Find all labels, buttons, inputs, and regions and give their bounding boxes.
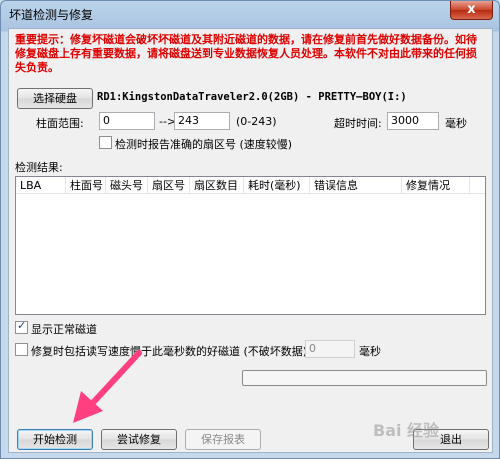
results-label: 检测结果: [15, 161, 63, 174]
slow-threshold-input[interactable]: 0 [305, 340, 355, 358]
warning-text: 重要提示：修复坏磁道会破坏坏磁道及其附近磁道的数据，请在修复前首先做好数据备份。… [15, 33, 477, 74]
try-repair-button[interactable]: 尝试修复 [101, 429, 177, 450]
show-normal-checkbox[interactable] [15, 319, 28, 334]
annotation-arrow-icon [73, 350, 142, 423]
column-header[interactable]: 扇区数目 [190, 177, 244, 194]
window-title: 坏道检测与修复 [9, 8, 94, 22]
column-header[interactable]: 修复情况 [402, 177, 470, 194]
select-disk-button[interactable]: 选择硬盘 [17, 88, 93, 109]
column-header[interactable]: LBA [16, 177, 66, 194]
column-header[interactable]: 柱面号 [66, 177, 106, 194]
results-header: LBA 柱面号 磁头号 扇区号 扇区数目 耗时(毫秒) 错误信息 修复情况 [16, 177, 485, 194]
title-bar: 坏道检测与修复 x [1, 1, 499, 27]
column-header[interactable]: 耗时(毫秒) [244, 177, 310, 194]
column-header[interactable]: 扇区号 [148, 177, 190, 194]
report-sector-checkbox[interactable] [99, 136, 112, 149]
cylinder-range-hint: (0-243) [236, 115, 277, 128]
repair-slow-checkbox[interactable] [15, 343, 28, 356]
column-header[interactable]: 错误信息 [310, 177, 402, 194]
timeout-label: 超时时间: [334, 117, 382, 130]
timeout-input[interactable]: 3000 [387, 112, 439, 130]
timeout-unit: 毫秒 [445, 117, 467, 130]
show-normal-label: 显示正常磁道 [31, 323, 97, 336]
results-list[interactable]: LBA 柱面号 磁头号 扇区号 扇区数目 耗时(毫秒) 错误信息 修复情况 [15, 176, 486, 315]
progress-bar [242, 370, 487, 386]
slow-threshold-unit: 毫秒 [359, 345, 381, 358]
report-sector-label: 检测时报告准确的扇区号 (速度较慢) [115, 138, 293, 151]
start-detect-button[interactable]: 开始检测 [17, 429, 93, 450]
cylinder-range-label: 柱面范围: [36, 117, 84, 130]
dialog-window: 坏道检测与修复 x 重要提示：修复坏磁道会破坏坏磁道及其附近磁道的数据，请在修复… [0, 0, 500, 459]
disk-info: RD1:KingstonDataTraveler2.0(2GB) - PRETT… [97, 91, 407, 103]
cylinder-from-input[interactable]: 0 [99, 112, 155, 130]
cylinder-to-input[interactable]: 243 [174, 112, 230, 130]
watermark: Bai 经验 [373, 421, 440, 440]
save-report-button[interactable]: 保存报表 [185, 429, 261, 450]
column-header[interactable]: 磁头号 [106, 177, 148, 194]
close-button[interactable]: x [450, 1, 493, 20]
